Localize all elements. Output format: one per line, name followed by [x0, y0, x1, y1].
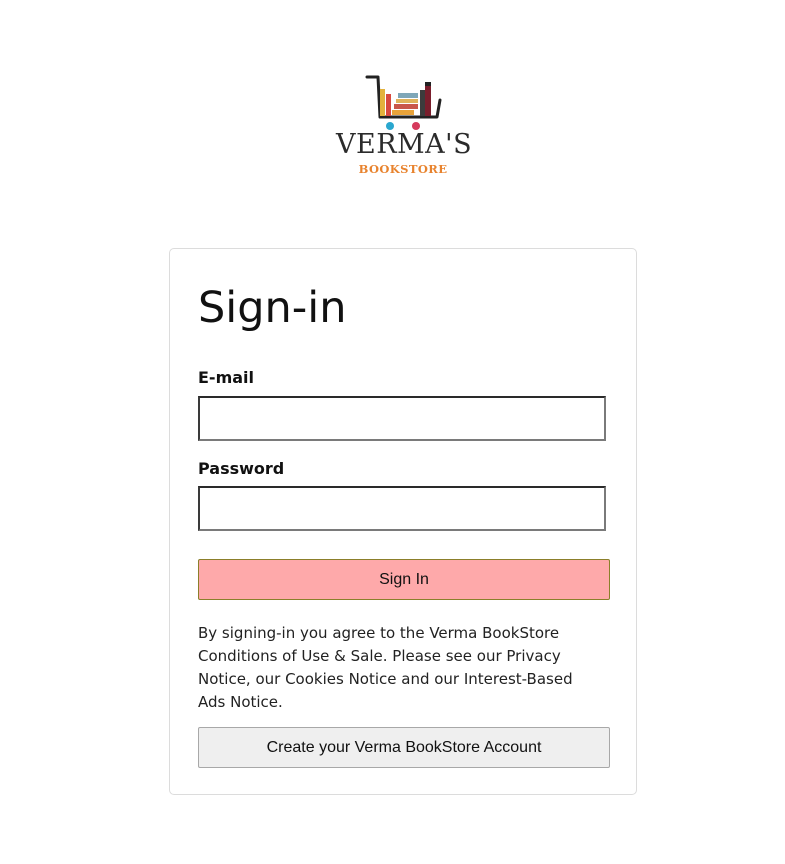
page-title: Sign-in [198, 283, 347, 333]
terms-notice: By signing-in you agree to the Verma Boo… [198, 624, 573, 711]
logo-name: VERMA'S [336, 129, 473, 160]
book-cart-icon [365, 75, 442, 130]
password-label: Password [198, 459, 285, 478]
email-label: E-mail [198, 368, 255, 387]
signin-page: VERMA'S BOOKSTORE Sign-in E-mail Passwor… [0, 0, 785, 864]
create-account-button[interactable]: Create your Verma BookStore Account [198, 727, 610, 768]
logo[interactable]: VERMA'S BOOKSTORE [336, 72, 473, 182]
password-field[interactable] [198, 486, 606, 531]
signin-card: Sign-in E-mail Password Sign In By signi… [169, 248, 637, 795]
email-field[interactable] [198, 396, 606, 441]
logo-subtitle: BOOKSTORE [358, 162, 448, 176]
sign-in-button[interactable]: Sign In [198, 559, 610, 600]
